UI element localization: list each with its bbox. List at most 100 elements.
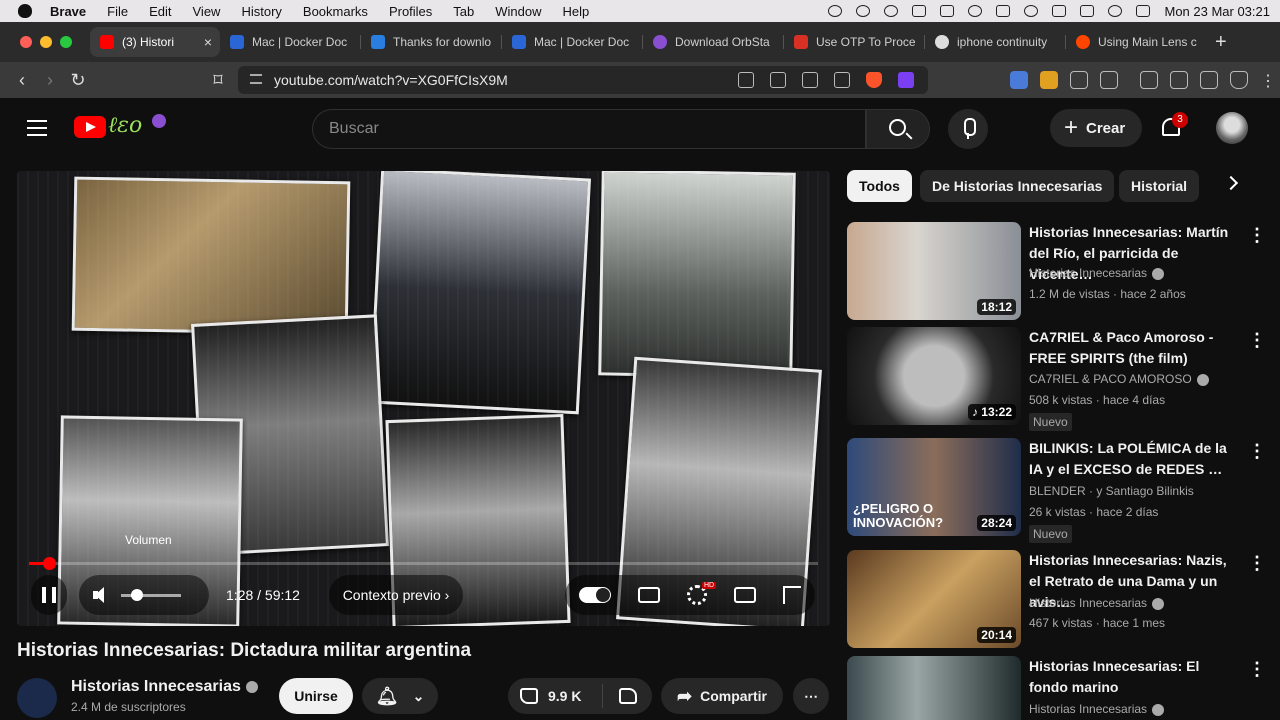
site-settings-icon[interactable]	[250, 74, 262, 84]
dislike-button[interactable]	[603, 688, 637, 704]
pause-button[interactable]	[31, 575, 67, 615]
status-icon[interactable]	[968, 5, 983, 17]
autoplay-toggle[interactable]	[578, 587, 611, 603]
cast-icon[interactable]	[738, 72, 754, 88]
tab-google[interactable]: iphone continuity	[925, 27, 1066, 57]
recommended-channel[interactable]: Historias Innecesarias	[1029, 266, 1165, 280]
close-window-button[interactable]	[20, 36, 32, 48]
chip-historial[interactable]: Historial	[1119, 170, 1200, 202]
tab-docker-2[interactable]: Mac | Docker Doc	[502, 27, 643, 57]
apple-icon[interactable]	[18, 4, 32, 18]
notifications-button[interactable]: 3	[1160, 112, 1188, 140]
join-button[interactable]: Unirse	[279, 678, 353, 714]
progress-scrubber[interactable]	[43, 557, 56, 570]
alert-icon[interactable]	[856, 5, 871, 17]
leo-ai-icon[interactable]	[1200, 71, 1218, 89]
chapter-button[interactable]: Contexto previo ›	[329, 575, 463, 615]
menu-history[interactable]: History	[241, 4, 281, 19]
minimize-window-button[interactable]	[40, 36, 52, 48]
recommended-video[interactable]: 18:12 Historias Innecesarias: Martín del…	[847, 222, 1267, 322]
fullscreen-icon[interactable]	[783, 586, 802, 604]
recommended-title[interactable]: CA7RIEL & Paco Amoroso - FREE SPIRITS (t…	[1029, 327, 1239, 369]
volume-control[interactable]	[79, 575, 209, 615]
chip-channel[interactable]: De Historias Innecesarias	[920, 170, 1115, 202]
recommended-video[interactable]: ¿PELIGRO O INNOVACIÓN? 28:24 BILINKIS: L…	[847, 438, 1267, 543]
control-center-icon[interactable]	[1136, 5, 1151, 17]
menu-file[interactable]: File	[107, 4, 128, 19]
chip-todos[interactable]: Todos	[847, 170, 912, 202]
share-button[interactable]: ➦ Compartir	[661, 678, 783, 714]
bookmark-icon[interactable]: ⌑	[204, 70, 232, 91]
menu-window[interactable]: Window	[495, 4, 541, 19]
recommended-video[interactable]: ♪ 13:22 CA7RIEL & Paco Amoroso - FREE SP…	[847, 327, 1267, 431]
translate-extension-icon[interactable]	[1010, 71, 1028, 89]
account-avatar[interactable]	[1216, 112, 1248, 144]
back-button[interactable]: ‹	[8, 70, 36, 91]
recommended-channel[interactable]: BLENDER · y Santiago Bilinkis	[1029, 484, 1194, 498]
tab-vscode[interactable]: Thanks for downlo	[361, 27, 502, 57]
menu-tab[interactable]: Tab	[453, 4, 474, 19]
recommended-title[interactable]: BILINKIS: La POLÉMICA de la IA y el EXCE…	[1029, 438, 1239, 480]
settings-gear-icon[interactable]: HD	[686, 582, 717, 605]
youtube-logo[interactable]	[74, 116, 106, 138]
recommended-video[interactable]: 20:14 Historias Innecesarias: Nazis, el …	[847, 550, 1267, 650]
video-thumbnail[interactable]: 20:14	[847, 550, 1021, 648]
tab-gmail[interactable]: Use OTP To Proce	[784, 27, 925, 57]
volume-icon[interactable]	[1080, 5, 1095, 17]
reload-button[interactable]: ↻	[64, 70, 92, 91]
extension-icon[interactable]	[1040, 71, 1058, 89]
hamburger-menu-icon[interactable]	[27, 120, 47, 136]
brave-rewards-icon[interactable]	[898, 72, 914, 88]
tab-orbstack[interactable]: Download OrbSta	[643, 27, 784, 57]
status-icon[interactable]	[884, 5, 899, 17]
recommended-channel[interactable]: Historias Innecesarias	[1029, 702, 1165, 716]
subtitles-icon[interactable]	[637, 587, 660, 603]
recommended-channel[interactable]: CA7RIEL & PACO AMOROSO	[1029, 372, 1209, 386]
tab-youtube[interactable]: (3) Histori ×	[90, 27, 220, 57]
new-tab-button[interactable]: +	[1215, 31, 1227, 54]
more-options-icon[interactable]	[1248, 330, 1266, 351]
theater-mode-icon[interactable]	[734, 587, 757, 603]
create-button[interactable]: + Crear	[1050, 109, 1142, 147]
video-thumbnail[interactable]	[847, 656, 1021, 720]
volume-icon[interactable]	[93, 587, 109, 603]
brave-shields-icon[interactable]	[866, 72, 882, 88]
search-button[interactable]	[866, 109, 930, 149]
menu-profiles[interactable]: Profiles	[389, 4, 432, 19]
recommended-video[interactable]: Historias Innecesarias: El fondo marino …	[847, 656, 1267, 720]
sidebar-icon[interactable]	[1170, 71, 1188, 89]
extension-icon[interactable]	[1100, 71, 1118, 89]
volume-slider[interactable]	[121, 588, 181, 601]
wifi-icon[interactable]	[1108, 5, 1123, 17]
channel-avatar[interactable]	[17, 678, 57, 718]
translate-icon[interactable]	[770, 72, 786, 88]
chevron-right-icon[interactable]	[1223, 175, 1239, 191]
video-player[interactable]: Volumen 1:28 / 59:12 Contexto previo › H…	[17, 171, 830, 626]
menu-icon[interactable]: ⋮	[1260, 71, 1276, 90]
youtube-doodle[interactable]: ℓɛo	[108, 112, 170, 140]
subscription-notifications-button[interactable]: 🔔︎ ⌄	[362, 678, 438, 714]
channel-name[interactable]: Historias Innecesarias	[71, 678, 258, 696]
volume-knob[interactable]	[131, 588, 143, 601]
tab-docker[interactable]: Mac | Docker Doc	[220, 27, 361, 57]
moon-icon[interactable]	[1024, 5, 1039, 17]
url-bar[interactable]: youtube.com/watch?v=XG0FfCIsX9M	[238, 66, 928, 94]
status-icon[interactable]	[828, 5, 843, 17]
close-tab-icon[interactable]: ×	[204, 34, 212, 50]
more-actions-button[interactable]: ⋯	[793, 678, 829, 714]
tab-reddit[interactable]: Using Main Lens c	[1066, 27, 1207, 57]
search-input[interactable]: Buscar	[312, 109, 866, 149]
menu-view[interactable]: View	[193, 4, 221, 19]
video-thumbnail[interactable]: ♪ 13:22	[847, 327, 1021, 425]
progress-bar[interactable]	[29, 557, 818, 570]
video-thumbnail[interactable]: 18:12	[847, 222, 1021, 320]
puzzle-icon[interactable]	[1070, 71, 1088, 89]
zoom-icon[interactable]	[802, 72, 818, 88]
menu-app-name[interactable]: Brave	[50, 4, 86, 19]
more-options-icon[interactable]	[1248, 441, 1266, 462]
forward-button[interactable]: ›	[36, 70, 64, 91]
vpn-shield-icon[interactable]	[1230, 71, 1248, 89]
share-icon[interactable]	[834, 72, 850, 88]
more-options-icon[interactable]	[1248, 553, 1266, 574]
more-options-icon[interactable]	[1248, 659, 1266, 680]
